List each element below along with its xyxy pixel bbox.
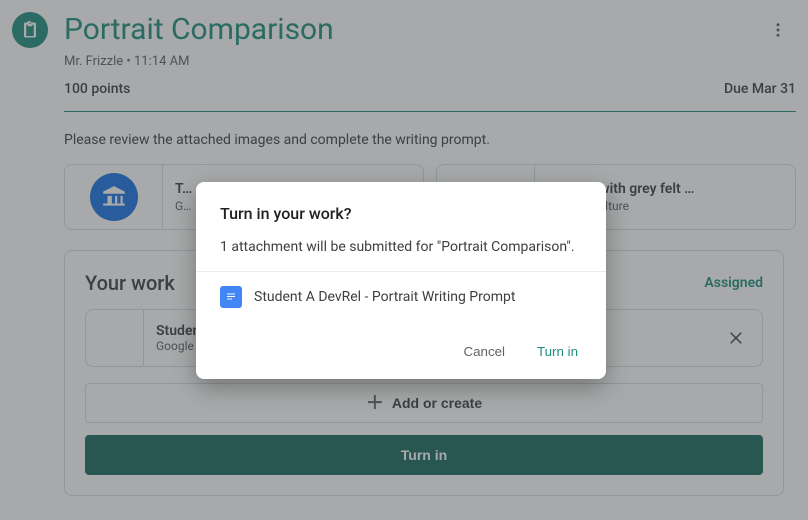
cancel-button[interactable]: Cancel xyxy=(460,336,510,367)
dialog-actions: Cancel Turn in xyxy=(220,336,582,367)
dialog-attachment-row: Student A DevRel - Portrait Writing Prom… xyxy=(220,286,582,308)
google-doc-icon xyxy=(220,286,242,308)
turn-in-dialog: Turn in your work? 1 attachment will be … xyxy=(196,182,606,379)
dialog-body: 1 attachment will be submitted for "Port… xyxy=(220,239,582,255)
dialog-divider xyxy=(196,271,606,272)
dialog-turn-in-button[interactable]: Turn in xyxy=(533,336,582,367)
dialog-title: Turn in your work? xyxy=(220,204,582,223)
dialog-attachment-name: Student A DevRel - Portrait Writing Prom… xyxy=(254,289,515,305)
